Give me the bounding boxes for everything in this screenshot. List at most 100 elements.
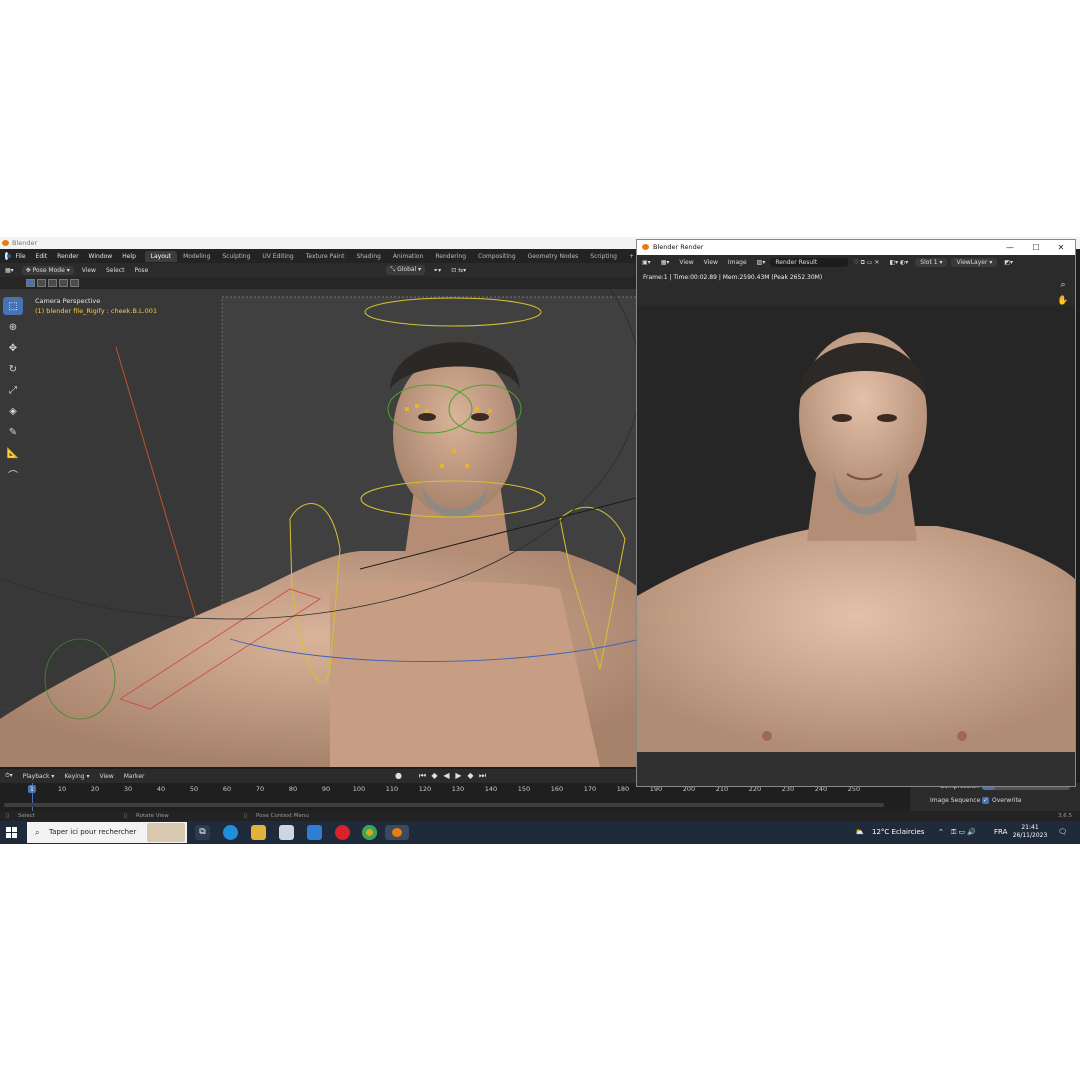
- scale-tool-icon[interactable]: ⤢: [3, 381, 23, 399]
- measure-tool-icon[interactable]: 📐: [3, 444, 23, 462]
- tab-uv-editing[interactable]: UV Editing: [256, 251, 299, 262]
- taskbar-clock[interactable]: 21:41 26/11/2023: [1008, 824, 1052, 840]
- menu-help[interactable]: Help: [117, 253, 141, 260]
- select-menu[interactable]: Select: [101, 267, 130, 274]
- marker-menu[interactable]: Marker: [119, 773, 150, 780]
- tab-scripting[interactable]: Scripting: [584, 251, 623, 262]
- language-indicator[interactable]: FRA: [994, 821, 1007, 844]
- current-frame[interactable]: 1: [27, 785, 37, 793]
- view-menu[interactable]: View: [77, 267, 101, 274]
- timeline[interactable]: 1 10 20 30 40 50 60 70 80 90 100 110 120…: [0, 783, 910, 811]
- frame-label: 40: [156, 785, 166, 793]
- blender-menu-icon[interactable]: [5, 252, 10, 260]
- playback-menu[interactable]: Playback ▾: [18, 773, 60, 780]
- tab-sculpting[interactable]: Sculpting: [216, 251, 256, 262]
- image-sequence-label: Image Sequence: [930, 797, 981, 804]
- windows-start-icon[interactable]: [6, 827, 17, 838]
- tab-geometry-nodes[interactable]: Geometry Nodes: [522, 251, 585, 262]
- selection-mode-bar: [0, 277, 640, 289]
- jump-end-icon[interactable]: ⏭: [478, 771, 487, 780]
- zoom-icon[interactable]: ⌕: [1057, 280, 1069, 292]
- pose-menu[interactable]: Pose: [129, 267, 153, 274]
- cursor-tool-icon[interactable]: ⊕: [3, 318, 23, 336]
- select-box-tool-icon[interactable]: ⬚: [3, 297, 23, 315]
- close-icon[interactable]: ✕: [1052, 240, 1070, 255]
- tab-layout[interactable]: Layout: [144, 250, 178, 262]
- display-mode-icon[interactable]: ◩▾: [999, 259, 1018, 266]
- keying-menu[interactable]: Keying ▾: [59, 773, 94, 780]
- menu-file[interactable]: File: [11, 253, 31, 260]
- timeline-editor-icon[interactable]: ⏱▾: [0, 772, 18, 780]
- select-subtract-icon[interactable]: [48, 279, 57, 287]
- show-hidden-icons[interactable]: ⌃: [938, 821, 944, 844]
- relax-tool-icon[interactable]: ⌒: [3, 465, 23, 483]
- move-tool-icon[interactable]: ✥: [3, 339, 23, 357]
- editor-mode-icon[interactable]: ▦▾: [656, 259, 675, 266]
- timeline-view-menu[interactable]: View: [94, 773, 118, 780]
- snap-icon[interactable]: ⊡ ⇆▾: [446, 267, 471, 274]
- render-result-image[interactable]: [637, 306, 1075, 752]
- play-icon[interactable]: ▶: [454, 771, 463, 780]
- mode-dropdown[interactable]: ✥ Pose Mode ▾: [21, 265, 74, 275]
- windows-taskbar: ⌕ Taper ici pour rechercher ⧉ ⛅ 12°C Ecl…: [0, 821, 1080, 844]
- orientation-dropdown[interactable]: ⤡ Global ▾: [386, 265, 426, 275]
- weather-icon[interactable]: ⛅: [855, 821, 864, 844]
- minimize-icon[interactable]: —: [1001, 240, 1019, 255]
- annotate-tool-icon[interactable]: ✎: [3, 423, 23, 441]
- task-view-icon[interactable]: ⧉: [195, 825, 210, 840]
- select-extend-icon[interactable]: [37, 279, 46, 287]
- timeline-scrollbar[interactable]: [4, 803, 884, 807]
- rotate-tool-icon[interactable]: ↻: [3, 360, 23, 378]
- view-layer-dropdown[interactable]: ViewLayer ▾: [951, 258, 998, 267]
- render-image-menu[interactable]: Image: [723, 259, 752, 266]
- select-invert-icon[interactable]: [59, 279, 68, 287]
- tab-rendering[interactable]: Rendering: [429, 251, 472, 262]
- image-actions-icons[interactable]: ♡ ⧉ ▭ ✕: [848, 259, 884, 267]
- display-channels-icon[interactable]: ◧▾ ◐▾: [884, 259, 913, 266]
- edge-icon[interactable]: [223, 825, 238, 840]
- tab-shading[interactable]: Shading: [350, 251, 386, 262]
- tab-modeling[interactable]: Modeling: [177, 251, 216, 262]
- menu-render[interactable]: Render: [52, 253, 83, 260]
- mail-icon[interactable]: [307, 825, 322, 840]
- frame-label: 180: [616, 785, 630, 793]
- tab-texture-paint[interactable]: Texture Paint: [300, 251, 351, 262]
- select-intersect-icon[interactable]: [70, 279, 79, 287]
- file-explorer-icon[interactable]: [251, 825, 266, 840]
- render-stats: Frame:1 | Time:00:02.89 | Mem:2590.43M (…: [643, 274, 823, 281]
- tray-icons[interactable]: ⚿ ▭ 🔊: [951, 821, 976, 844]
- taskbar-search-box[interactable]: ⌕ Taper ici pour rechercher: [27, 822, 187, 843]
- prev-keyframe-icon[interactable]: ◆: [430, 771, 439, 780]
- image-editor-type-icon[interactable]: ▣▾: [637, 259, 656, 266]
- opera-icon[interactable]: [335, 825, 350, 840]
- notification-icon[interactable]: 🗨: [1058, 821, 1067, 844]
- chrome-icon[interactable]: [362, 825, 377, 840]
- version-label: 3.6.5: [1058, 813, 1072, 819]
- play-reverse-icon[interactable]: ◀: [442, 771, 451, 780]
- maximize-icon[interactable]: ☐: [1027, 240, 1045, 255]
- jump-start-icon[interactable]: ⏮: [418, 771, 427, 780]
- next-keyframe-icon[interactable]: ◆: [466, 771, 475, 780]
- slot-dropdown[interactable]: Slot 1 ▾: [915, 258, 948, 267]
- blender-taskbar-button[interactable]: [385, 825, 409, 840]
- overwrite-label: Overwrite: [992, 797, 1022, 804]
- overwrite-checkbox[interactable]: ✓: [982, 797, 989, 804]
- transform-tool-icon[interactable]: ◈: [3, 402, 23, 420]
- tab-animation[interactable]: Animation: [387, 251, 430, 262]
- image-browse-icon[interactable]: ▨▾: [752, 259, 771, 266]
- editor-type-icon[interactable]: ▦▾: [0, 267, 19, 274]
- record-icon[interactable]: ●: [394, 771, 403, 780]
- image-name-field[interactable]: Render Result: [770, 258, 849, 267]
- render-view-menu[interactable]: View: [674, 259, 698, 266]
- menu-window[interactable]: Window: [84, 253, 118, 260]
- microsoft-store-icon[interactable]: [279, 825, 294, 840]
- menu-edit[interactable]: Edit: [31, 253, 53, 260]
- tab-compositing[interactable]: Compositing: [472, 251, 522, 262]
- select-new-icon[interactable]: [26, 279, 35, 287]
- blender-taskbar-icon: [392, 828, 402, 837]
- weather-text[interactable]: 12°C Eclaircies: [872, 821, 924, 844]
- pivot-icon[interactable]: ⚭▾: [428, 267, 446, 274]
- render-view2-menu[interactable]: View: [699, 259, 723, 266]
- 3d-viewport[interactable]: ⬚ ⊕ ✥ ↻ ⤢ ◈ ✎ 📐 ⌒ Camera Perspective (1)…: [0, 289, 640, 767]
- top-menu-bar: File Edit Render Window Help Layout Mode…: [0, 249, 640, 263]
